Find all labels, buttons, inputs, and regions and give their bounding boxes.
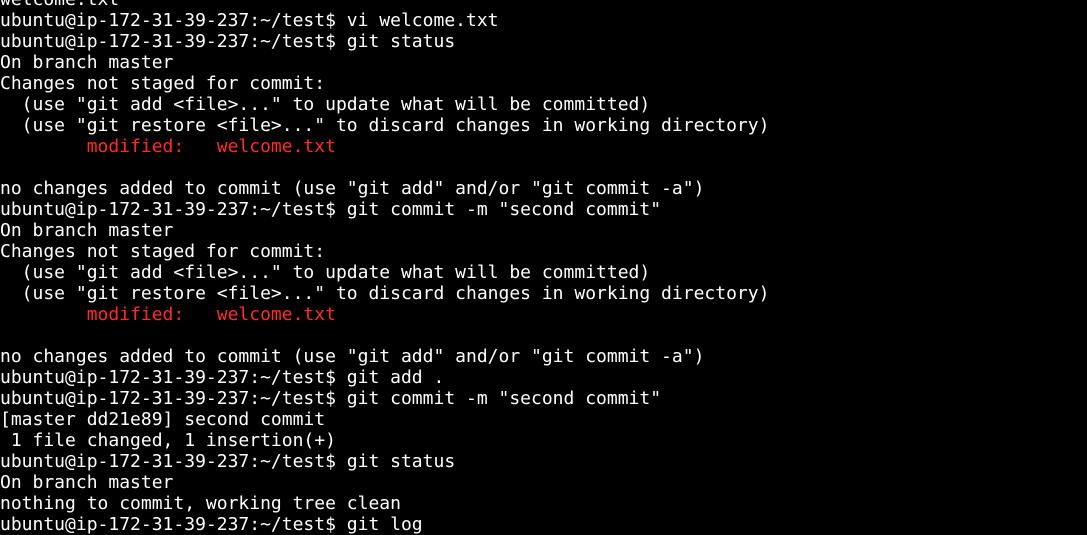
terminal-line: welcome.txt bbox=[0, 0, 1087, 10]
terminal-line-modified: modified: welcome.txt bbox=[0, 304, 336, 325]
terminal-line: ubuntu@ip-172-31-39-237:~/test$ git add … bbox=[0, 367, 445, 388]
terminal-line: (use "git restore <file>..." to discard … bbox=[0, 283, 770, 304]
terminal-line: (use "git restore <file>..." to discard … bbox=[0, 115, 770, 136]
terminal-line: Changes not staged for commit: bbox=[0, 241, 326, 262]
terminal-line: 1 file changed, 1 insertion(+) bbox=[0, 430, 336, 451]
terminal-line: Changes not staged for commit: bbox=[0, 73, 326, 94]
terminal-line: On branch master bbox=[0, 52, 174, 73]
terminal-line: nothing to commit, working tree clean bbox=[0, 493, 401, 514]
terminal-line: ubuntu@ip-172-31-39-237:~/test$ git log bbox=[0, 514, 423, 535]
terminal-line: ubuntu@ip-172-31-39-237:~/test$ vi welco… bbox=[0, 10, 499, 31]
terminal-line: (use "git add <file>..." to update what … bbox=[0, 94, 651, 115]
terminal-line: no changes added to commit (use "git add… bbox=[0, 178, 705, 199]
terminal-line: [master dd21e89] second commit bbox=[0, 409, 326, 430]
terminal-line: ubuntu@ip-172-31-39-237:~/test$ git comm… bbox=[0, 388, 662, 409]
terminal-line: ubuntu@ip-172-31-39-237:~/test$ git stat… bbox=[0, 31, 456, 52]
terminal-line: no changes added to commit (use "git add… bbox=[0, 346, 705, 367]
terminal-line: ubuntu@ip-172-31-39-237:~/test$ git comm… bbox=[0, 199, 662, 220]
terminal-output[interactable]: welcome.txt ubuntu@ip-172-31-39-237:~/te… bbox=[0, 0, 1087, 535]
terminal-line: (use "git add <file>..." to update what … bbox=[0, 262, 651, 283]
terminal-line: On branch master bbox=[0, 220, 174, 241]
terminal-line-modified: modified: welcome.txt bbox=[0, 136, 336, 157]
terminal-line: On branch master bbox=[0, 472, 174, 493]
terminal-line: ubuntu@ip-172-31-39-237:~/test$ git stat… bbox=[0, 451, 456, 472]
